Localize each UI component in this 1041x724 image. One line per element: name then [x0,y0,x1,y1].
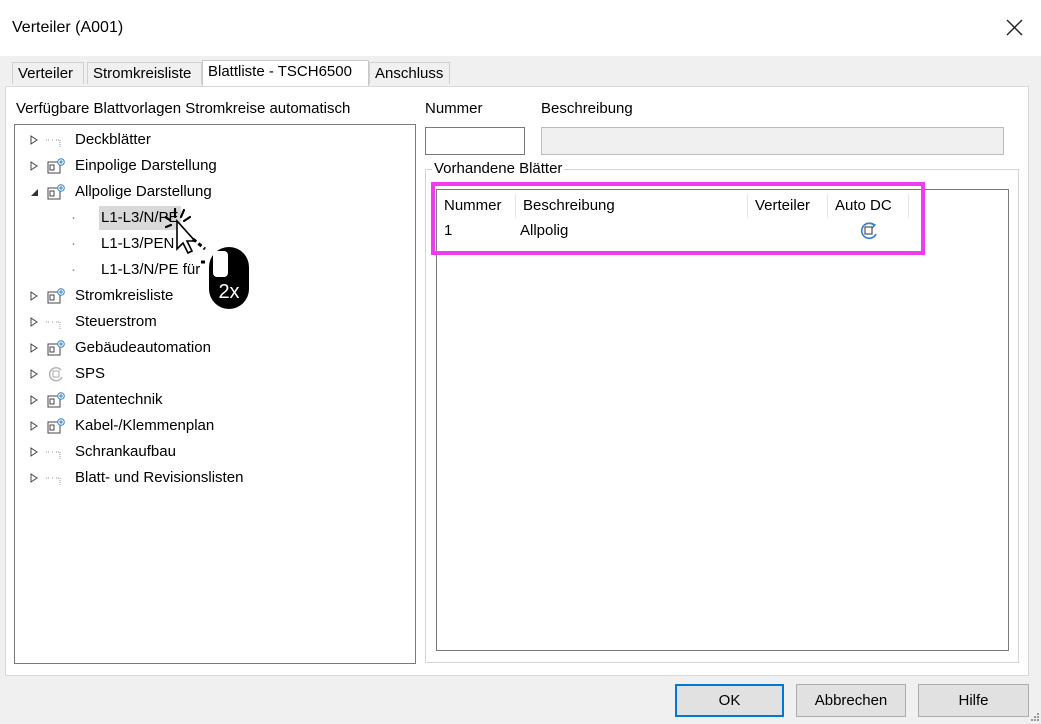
title-bar: Verteiler (A001) [0,0,1041,56]
expand-arrow-icon[interactable] [29,421,39,431]
tree-item-label: Blatt- und Revisionslisten [75,469,244,486]
module-plus-icon [47,418,65,434]
tree-item-label: Datentechnik [75,391,163,408]
window-title: Verteiler (A001) [12,19,124,36]
existing-sheets-label: Vorhandene Blätter [432,160,565,177]
tree-child-label: L1-L3/PEN [101,235,175,252]
beschreibung-label: Beschreibung [541,100,633,117]
double-click-cursor-icon: 2x [165,207,249,309]
dotted-page-icon [46,321,61,329]
tree-item-label: Gebäudeautomation [75,339,211,356]
dotted-page-icon [46,477,61,485]
expand-arrow-icon[interactable] [29,343,39,353]
expand-arrow-icon[interactable] [29,473,39,483]
expand-arrow-icon[interactable] [29,369,39,379]
dotted-page-icon [46,451,61,459]
expand-arrow-icon[interactable] [29,291,39,301]
cell-beschreibung: Allpolig [520,222,569,239]
column-header-nummer[interactable]: Nummer [437,194,516,218]
module-plus-icon [47,288,65,304]
refresh-icon [49,367,63,382]
double-click-badge: 2x [218,281,239,303]
tab-blattliste[interactable]: Blattliste - TSCH6500 [202,60,369,86]
tree-item-label: Einpolige Darstellung [75,157,217,174]
tree-item-label: Schrankaufbau [75,443,176,460]
close-icon [1006,19,1023,36]
nummer-input[interactable] [425,127,525,155]
expand-arrow-icon[interactable] [29,447,39,457]
tab-verteiler[interactable]: Verteiler [12,62,84,84]
tree-item-label: Stromkreisliste [75,287,174,304]
expand-arrow-icon[interactable] [29,395,39,405]
tree-item-label: Deckblätter [75,131,151,148]
module-plus-icon [47,340,65,356]
tab-bar: Verteiler Stromkreisliste Blattliste - T… [0,60,1041,86]
tree-item-label: SPS [75,365,106,382]
tab-stromkreisliste[interactable]: Stromkreisliste [87,62,202,84]
refresh-icon[interactable] [858,221,880,241]
existing-sheets-list[interactable]: Nummer Beschreibung Verteiler Auto DC 1 … [436,189,1009,651]
module-plus-icon [47,392,65,408]
close-button[interactable] [996,12,1032,44]
column-header-verteiler[interactable]: Verteiler [748,194,828,218]
resize-grip-icon[interactable] [1028,710,1040,722]
dotted-page-icon [46,139,61,147]
expand-arrow-icon[interactable] [29,317,39,327]
module-plus-icon [47,184,65,200]
column-header-beschreibung[interactable]: Beschreibung [516,194,748,218]
nummer-label: Nummer [425,100,483,117]
tree-item-label: Kabel-/Klemmenplan [75,417,215,434]
help-button[interactable]: Hilfe [918,684,1029,717]
cell-nummer: 1 [444,222,453,239]
tree-item-label: Steuerstrom [75,313,157,330]
expand-arrow-icon[interactable] [29,161,39,171]
tab-anschluss[interactable]: Anschluss [369,62,450,84]
module-plus-icon [47,158,65,174]
beschreibung-input [541,127,1004,155]
collapse-arrow-icon[interactable] [29,187,39,197]
column-header-auto-dc[interactable]: Auto DC [828,194,909,218]
tree-item-label: Allpolige Darstellung [75,183,212,200]
templates-label: Verfügbare Blattvorlagen Stromkreise aut… [16,100,351,117]
expand-arrow-icon[interactable] [29,135,39,145]
ok-button[interactable]: OK [675,684,784,717]
cancel-button[interactable]: Abbrechen [796,684,906,717]
